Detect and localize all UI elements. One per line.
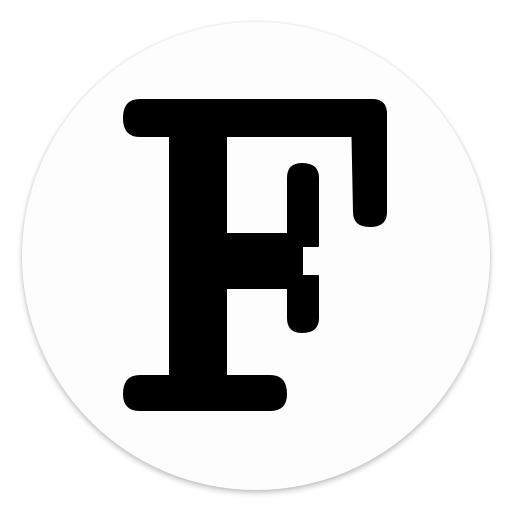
f-top-bar [123,99,387,137]
f-foot [123,375,287,411]
f-right-serif [351,111,387,227]
letter-f-logo-icon [123,99,387,411]
app-icon [0,0,512,512]
f-stem [169,125,227,383]
f-middle-lower-serif [287,275,319,333]
f-middle-upper-serif [287,163,319,247]
